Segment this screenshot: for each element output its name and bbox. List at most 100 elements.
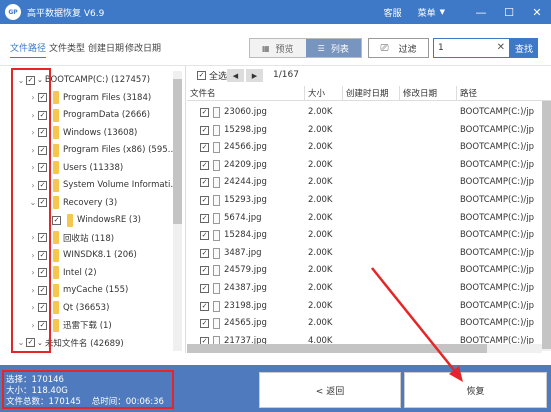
table-row[interactable]: ✓ 23198.jpg 2.00K BOOTCAMP(C:)/jp <box>187 298 551 316</box>
tree-item[interactable]: ✓ WindowsRE (3) <box>42 211 141 229</box>
table-row[interactable]: ✓ 24566.jpg 2.00K BOOTCAMP(C:)/jp <box>187 139 551 157</box>
tree-item-label: Qt (36653) <box>63 302 110 313</box>
checkbox[interactable]: ✓ <box>200 231 209 241</box>
checkbox[interactable]: ✓ <box>200 213 209 223</box>
prev-page-button[interactable]: ◀ <box>227 69 244 82</box>
checkbox[interactable]: ✓ <box>200 284 209 293</box>
table-row[interactable]: ✓ 24244.jpg 2.00K BOOTCAMP(C:)/jp <box>187 174 551 192</box>
tree-item-label: Windows (13608) <box>63 127 138 138</box>
column-header-size[interactable]: 大小 <box>305 86 343 100</box>
filter-icon: ⎚ <box>380 42 389 54</box>
file-size: 2.00K <box>308 283 333 293</box>
column-header-created[interactable]: 创建时日期 <box>343 86 400 100</box>
file-icon <box>213 318 220 330</box>
recover-button[interactable]: 恢复 <box>404 372 547 408</box>
checkbox[interactable]: ✓ <box>200 196 209 205</box>
checkbox[interactable]: ✓ <box>200 125 209 135</box>
file-list-scrollbar[interactable] <box>542 101 551 351</box>
column-header-name[interactable]: 文件名 <box>187 86 305 100</box>
file-path: BOOTCAMP(C:)/jp <box>460 107 535 117</box>
table-row[interactable]: ✓ 24387.jpg 2.00K BOOTCAMP(C:)/jp <box>187 280 551 298</box>
checkbox[interactable]: ✓ <box>200 301 209 311</box>
column-header-path[interactable]: 路径 <box>457 86 542 100</box>
clear-icon[interactable]: ✕ <box>497 42 505 53</box>
file-size: 2.00K <box>308 230 333 241</box>
checkbox[interactable]: ✓ <box>200 319 209 329</box>
file-name: 15298.jpg <box>224 124 267 135</box>
preview-view-button[interactable]: ▦ 预览 <box>250 39 306 57</box>
app-logo: GP <box>5 4 21 20</box>
file-path: BOOTCAMP(C:)/jp <box>460 212 535 223</box>
folder-icon <box>53 283 59 297</box>
list-icon: ☰ <box>317 43 325 53</box>
next-page-button[interactable]: ▶ <box>246 69 263 82</box>
checkbox[interactable]: ✓ <box>197 70 206 80</box>
file-path: BOOTCAMP(C:)/jp <box>460 159 535 170</box>
file-size: 2.00K <box>308 177 333 188</box>
file-size: 2.00K <box>308 212 333 223</box>
table-row[interactable]: ✓ 15293.jpg 2.00K BOOTCAMP(C:)/jp <box>187 192 551 210</box>
search-button[interactable]: 查找 <box>510 38 538 58</box>
back-button[interactable]: < 返回 <box>259 372 401 408</box>
table-row[interactable]: ✓ 23060.jpg 2.00K BOOTCAMP(C:)/jp <box>187 104 551 122</box>
table-row[interactable]: ✓ 24579.jpg 2.00K BOOTCAMP(C:)/jp <box>187 262 551 280</box>
tree-item-label: Users (11338) <box>63 162 124 173</box>
tree-scrollbar[interactable] <box>173 71 182 351</box>
select-all-checkbox[interactable]: ✓ 全选 <box>197 69 227 82</box>
customer-service-link[interactable]: 客服 <box>384 6 402 19</box>
file-icon <box>213 212 220 224</box>
checkbox[interactable]: ✓ <box>200 266 209 276</box>
tab-file-type[interactable]: 文件类型 <box>49 41 85 54</box>
tab-modified-date[interactable]: 修改日期 <box>125 41 161 54</box>
table-row[interactable]: ✓ 24565.jpg 2.00K BOOTCAMP(C:)/jp <box>187 315 551 333</box>
search-input[interactable]: 1 ✕ <box>433 38 510 58</box>
tab-created-date[interactable]: 创建日期 <box>88 41 124 54</box>
file-path: BOOTCAMP(C:)/jp <box>460 318 535 329</box>
grid-icon: ▦ <box>261 43 270 53</box>
table-row[interactable]: ✓ 24209.jpg 2.00K BOOTCAMP(C:)/jp <box>187 157 551 175</box>
filter-button[interactable]: ⎚ 过滤 <box>368 38 429 58</box>
file-name: 24244.jpg <box>224 177 267 188</box>
checkbox[interactable]: ✓ <box>200 143 209 153</box>
file-name: 3487.jpg <box>224 247 262 258</box>
checkbox[interactable]: ✓ <box>200 160 209 170</box>
horizontal-scrollbar[interactable] <box>187 344 542 353</box>
file-icon <box>213 300 220 312</box>
tree-item-label: WindowsRE (3) <box>77 215 141 225</box>
table-row[interactable]: ✓ 15298.jpg 2.00K BOOTCAMP(C:)/jp <box>187 122 551 140</box>
folder-icon <box>53 196 59 209</box>
table-row[interactable]: ✓ 3487.jpg 2.00K BOOTCAMP(C:)/jp <box>187 245 551 263</box>
file-name: 24565.jpg <box>224 318 267 329</box>
folder-icon <box>53 161 59 174</box>
checkbox[interactable]: ✓ <box>200 108 209 117</box>
menu-button[interactable]: 菜单 <box>418 6 436 19</box>
bottom-bar: 选择：170146 大小：118.40G 文件总数：170145 总时间：00:… <box>0 365 551 412</box>
tab-file-path[interactable]: 文件路径 <box>10 41 47 58</box>
folder-tree: ⌄ ✓ ⌄ BOOTCAMP(C:) (127457) › ✓ Program Files … <box>0 66 186 353</box>
folder-icon <box>53 143 59 157</box>
checkbox[interactable]: ✓ <box>200 248 209 258</box>
close-icon[interactable]: ✕ <box>523 6 551 19</box>
tree-item-label: WINSDK8.1 (206) <box>63 250 137 260</box>
checkbox[interactable]: ✓ <box>52 215 61 225</box>
column-header-modified[interactable]: 修改日期 <box>400 86 457 100</box>
table-row[interactable]: ✓ 15284.jpg 2.00K BOOTCAMP(C:)/jp <box>187 227 551 245</box>
file-icon <box>213 107 220 118</box>
tree-item-label: BOOTCAMP(C:) (127457) <box>44 75 151 85</box>
maximize-icon[interactable]: ☐ <box>495 6 523 19</box>
toolbar: 文件路径 文件类型 创建日期 修改日期 ▦ 预览 ☰ 列表 ⎚ 过滤 1 ✕ 查找 <box>0 24 551 66</box>
table-row[interactable]: ✓ 5674.jpg 2.00K BOOTCAMP(C:)/jp <box>187 210 551 228</box>
file-icon <box>213 265 220 277</box>
folder-icon <box>53 126 59 139</box>
menu-caret-icon[interactable]: ▼ <box>440 8 445 16</box>
list-view-button[interactable]: ☰ 列表 <box>305 39 361 57</box>
file-path: BOOTCAMP(C:)/jp <box>460 142 535 153</box>
file-icon <box>213 177 220 189</box>
tree-item-label: 未知文件名 (42689) <box>44 338 124 349</box>
tree-item-label: Intel (2) <box>63 267 97 278</box>
highlight-box-stats <box>2 370 174 409</box>
file-name: 5674.jpg <box>224 212 262 223</box>
file-icon <box>213 247 220 259</box>
minimize-icon[interactable]: — <box>467 6 495 19</box>
checkbox[interactable]: ✓ <box>200 178 209 188</box>
